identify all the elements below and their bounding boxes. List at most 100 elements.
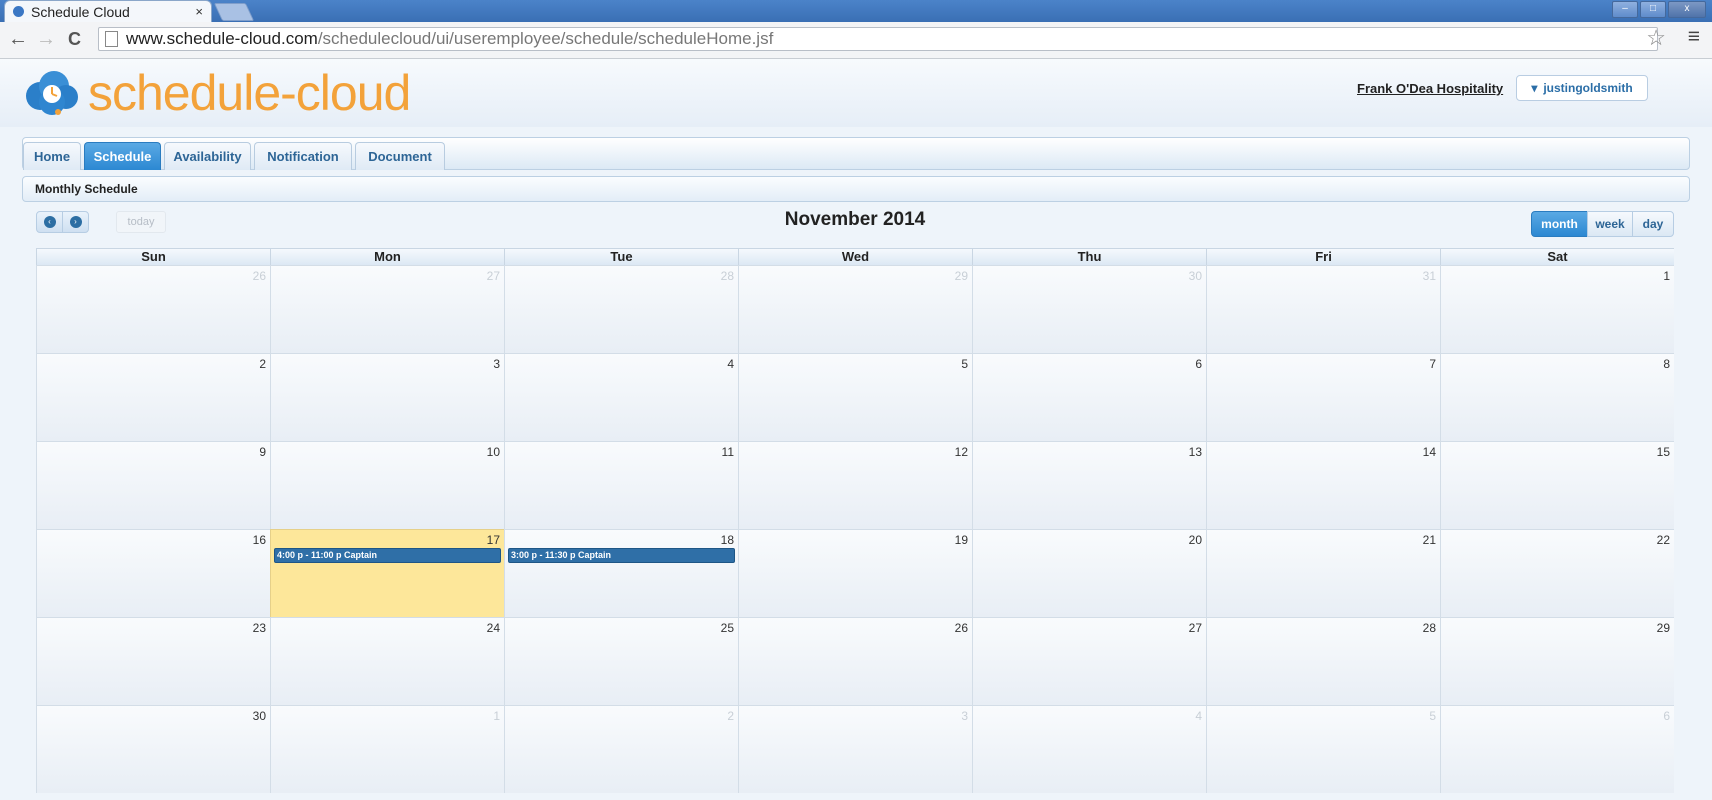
day-number: 21 [1422,533,1436,547]
day-cell[interactable]: 16 [36,529,270,617]
day-number: 2 [259,357,266,371]
day-number: 3 [961,709,968,723]
day-number: 1 [493,709,500,723]
day-of-week-header: Mon [270,248,504,265]
day-cell[interactable]: 14 [1206,441,1440,529]
day-number: 5 [961,357,968,371]
day-cell[interactable]: 24 [270,617,504,705]
reload-icon[interactable]: C [68,29,81,50]
new-tab-button[interactable] [213,3,255,21]
day-number: 31 [1422,269,1436,283]
day-number: 28 [1422,621,1436,635]
schedule-event[interactable]: 3:00 p - 11:30 p Captain [508,548,735,563]
day-cell[interactable]: 8 [1440,353,1674,441]
view-month-button[interactable]: month [1531,211,1588,237]
day-cell[interactable]: 11 [504,441,738,529]
day-cell[interactable]: 6 [1440,705,1674,793]
day-cell[interactable]: 2 [36,353,270,441]
day-cell[interactable]: 3 [738,705,972,793]
view-week-button[interactable]: week [1587,211,1633,237]
day-number: 16 [252,533,266,547]
day-cell[interactable]: 15 [1440,441,1674,529]
day-cell[interactable]: 3 [270,353,504,441]
day-number: 12 [954,445,968,459]
day-cell[interactable]: 10 [270,441,504,529]
day-number: 20 [1188,533,1202,547]
tab-notification[interactable]: Notification [254,142,352,170]
address-bar[interactable]: www.schedule-cloud.com/schedulecloud/ui/… [98,27,1658,51]
day-cell[interactable]: 28 [1206,617,1440,705]
day-number: 26 [954,621,968,635]
day-cell[interactable]: 28 [504,265,738,353]
day-cell[interactable]: 26 [36,265,270,353]
day-cell[interactable]: 4 [504,353,738,441]
day-cell[interactable]: 6 [972,353,1206,441]
day-cell[interactable]: 22 [1440,529,1674,617]
day-cell[interactable]: 19 [738,529,972,617]
day-number: 3 [493,357,500,371]
day-cell[interactable]: 21 [1206,529,1440,617]
day-cell[interactable]: 1 [270,705,504,793]
maximize-button[interactable]: □ [1640,1,1666,18]
day-number: 5 [1429,709,1436,723]
day-cell[interactable]: 27 [270,265,504,353]
day-number: 1 [1663,269,1670,283]
company-link[interactable]: Frank O'Dea Hospitality [1357,81,1503,96]
username-label: justingoldsmith [1543,81,1633,95]
forward-arrow-icon[interactable]: → [36,28,56,51]
logo-text: schedule-cloud [88,65,411,121]
back-arrow-icon[interactable]: ← [8,28,28,51]
bookmark-star-icon[interactable]: ☆ [1646,25,1666,51]
day-cell[interactable]: 9 [36,441,270,529]
window-close-button[interactable]: x [1668,1,1706,18]
day-of-week-header: Sat [1440,248,1674,265]
minimize-button[interactable]: – [1612,1,1638,18]
day-cell[interactable]: 27 [972,617,1206,705]
day-cell[interactable]: 12 [738,441,972,529]
day-number: 26 [252,269,266,283]
tab-availability[interactable]: Availability [164,142,251,170]
day-number: 23 [252,621,266,635]
tab-document[interactable]: Document [355,142,445,170]
favicon-icon [13,6,24,17]
caret-down-icon: ▾ [1531,81,1538,95]
day-cell[interactable]: 20 [972,529,1206,617]
day-number: 30 [252,709,266,723]
day-cell[interactable]: 4 [972,705,1206,793]
browser-tab[interactable]: Schedule Cloud × [4,0,212,22]
day-cell[interactable]: 7 [1206,353,1440,441]
user-menu-button[interactable]: ▾ justingoldsmith [1516,75,1648,101]
view-day-button[interactable]: day [1632,211,1674,237]
day-cell[interactable]: 17 4:00 p - 11:00 p Captain [270,529,504,617]
day-cell[interactable]: 30 [36,705,270,793]
browser-menu-icon[interactable]: ≡ [1688,25,1700,49]
day-cell[interactable]: 2 [504,705,738,793]
day-cell[interactable]: 25 [504,617,738,705]
day-cell[interactable]: 26 [738,617,972,705]
day-cell[interactable]: 29 [1440,617,1674,705]
day-cell[interactable]: 30 [972,265,1206,353]
day-cell[interactable]: 5 [738,353,972,441]
tab-close-icon[interactable]: × [195,4,203,19]
browser-title-bar: Schedule Cloud × – □ x [0,0,1712,22]
day-cell[interactable]: 29 [738,265,972,353]
browser-tab-title: Schedule Cloud [31,3,130,20]
day-number: 6 [1663,709,1670,723]
day-cell[interactable]: 18 3:00 p - 11:30 p Captain [504,529,738,617]
logo[interactable]: schedule-cloud [22,64,411,122]
schedule-event[interactable]: 4:00 p - 11:00 p Captain [274,548,501,563]
url-host: www.schedule-cloud.com [126,29,318,48]
tab-schedule[interactable]: Schedule [84,142,161,170]
day-number: 29 [954,269,968,283]
day-cell[interactable]: 13 [972,441,1206,529]
app-header: schedule-cloud Frank O'Dea Hospitality ▾… [0,59,1712,127]
day-cell[interactable]: 5 [1206,705,1440,793]
day-number: 27 [1188,621,1202,635]
day-cell[interactable]: 31 [1206,265,1440,353]
day-cell[interactable]: 23 [36,617,270,705]
day-cell[interactable]: 1 [1440,265,1674,353]
tab-home[interactable]: Home [23,142,81,170]
day-number: 7 [1429,357,1436,371]
day-number: 30 [1188,269,1202,283]
day-number: 4 [727,357,734,371]
